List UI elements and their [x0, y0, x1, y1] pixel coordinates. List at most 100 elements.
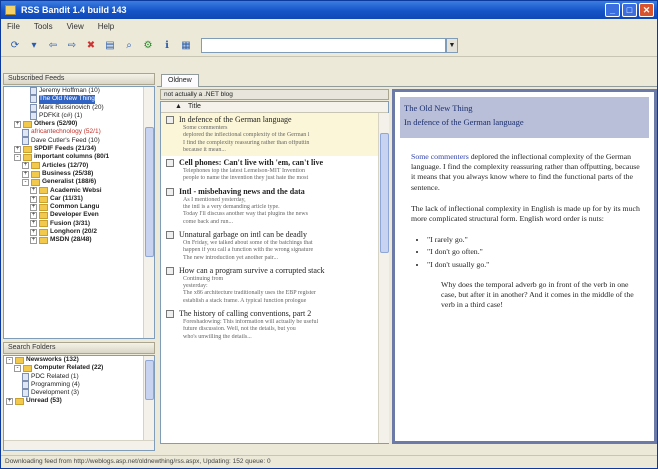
refresh-icon[interactable]: ⟳	[7, 38, 23, 54]
back-icon[interactable]: ⇦	[45, 38, 61, 54]
expand-icon[interactable]: +	[30, 195, 37, 203]
tree-item[interactable]: + Business (25/38)	[4, 170, 154, 178]
collapse-icon[interactable]: -	[14, 154, 21, 162]
tree-item[interactable]: + Car (11/31)	[4, 195, 154, 203]
tree-item[interactable]: africantechnology (52/1)	[4, 128, 154, 137]
tree-item[interactable]: - Generalist (188/6)	[4, 178, 154, 186]
search-icon[interactable]: ⌕	[121, 38, 137, 54]
feeds-tree[interactable]: Jeremy Hoffman (10) The Old New Thing Mark…	[3, 86, 155, 339]
feed-icon	[22, 136, 29, 145]
feed-icon	[22, 372, 29, 381]
tree-item[interactable]: + Articles (12/70)	[4, 162, 154, 170]
tree-item[interactable]: + Unread (53)	[4, 397, 154, 406]
tree-item[interactable]: + MSDN (28/48)	[4, 236, 154, 244]
tree-item-label: africantechnology (52/1)	[31, 128, 101, 136]
info-icon[interactable]: ℹ	[159, 38, 175, 54]
tree-item[interactable]: + Developer Even	[4, 211, 154, 220]
title-column-label: Title	[187, 103, 201, 110]
stop-icon[interactable]: ✖	[83, 38, 99, 54]
tree-item[interactable]: Programming (4)	[4, 381, 154, 390]
tree-item[interactable]: - Newsworks (132)	[4, 356, 154, 364]
article-icon	[166, 266, 174, 275]
tree-item[interactable]: - Computer Related (22)	[4, 364, 154, 372]
search-folders-tree[interactable]: - Newsworks (132) - Computer Related (22) PD…	[3, 355, 155, 451]
forward-icon[interactable]: ⇨	[64, 38, 80, 54]
article-list[interactable]: ▲ Title In defence of the German languag…	[160, 101, 389, 444]
collapse-icon[interactable]: -	[14, 364, 21, 372]
tree-item[interactable]: Dave Cutler's Feed (10)	[4, 137, 154, 145]
column-header[interactable]: ▲ Title	[161, 102, 388, 113]
search-scroll-thumb[interactable]	[145, 360, 154, 400]
list-scroll-thumb[interactable]	[380, 133, 389, 253]
menu-file[interactable]: File	[7, 20, 20, 34]
article-snippet: yesterday:	[183, 283, 208, 290]
menu-view[interactable]: View	[67, 20, 84, 34]
expand-icon[interactable]: +	[6, 398, 13, 406]
article-icon	[166, 310, 174, 319]
folder-icon	[39, 220, 48, 228]
collapse-icon[interactable]: -	[22, 178, 29, 186]
tree-item[interactable]: + Academic Websi	[4, 187, 154, 195]
url-input[interactable]	[201, 38, 446, 53]
article-snippet: Telephones top the latest Lemelson-MIT I…	[183, 168, 305, 175]
new-feed-icon[interactable]: ▤	[102, 38, 118, 54]
close-button[interactable]: ✕	[639, 3, 654, 17]
expand-icon[interactable]: +	[30, 220, 37, 228]
sort-icon: ▲	[175, 103, 182, 110]
folder-icon	[39, 228, 48, 236]
feeds-scroll-thumb[interactable]	[145, 127, 154, 257]
dropdown-icon[interactable]: ▾	[26, 38, 42, 54]
go-icon[interactable]: ▦	[178, 38, 194, 54]
feed-icon	[30, 103, 37, 112]
expand-icon[interactable]: +	[30, 236, 37, 244]
collapse-icon[interactable]: -	[6, 356, 13, 364]
tree-item[interactable]: + Longhorn (20/2	[4, 228, 154, 236]
expand-icon[interactable]: +	[30, 203, 37, 211]
minimize-button[interactable]: _	[605, 3, 620, 17]
tree-item[interactable]: + Fusion (3/31)	[4, 220, 154, 228]
folder-icon	[39, 212, 48, 220]
list-scrollbar[interactable]	[378, 113, 389, 443]
tree-item[interactable]: Development (3)	[4, 389, 154, 398]
tab-strip: Oldnew	[157, 73, 657, 87]
expand-icon[interactable]: +	[22, 170, 29, 178]
menu-tools[interactable]: Tools	[34, 20, 53, 34]
feeds-scrollbar[interactable]	[143, 87, 154, 338]
search-scrollbar[interactable]	[143, 356, 154, 440]
expand-icon[interactable]: +	[14, 120, 21, 128]
tree-item[interactable]: PDC Related (1)	[4, 373, 154, 381]
search-hscrollbar[interactable]	[4, 440, 154, 450]
expand-icon[interactable]: +	[30, 212, 37, 220]
tree-item-label: SPDIF Feeds (21/34)	[34, 145, 97, 153]
tree-item[interactable]: + Common Langu	[4, 203, 154, 211]
reader-feed-title[interactable]: The Old New Thing	[404, 101, 645, 115]
tree-item[interactable]: Mark Russinovich (20)	[4, 104, 154, 112]
tree-item[interactable]: Jeremy Hoffman (10)	[4, 87, 154, 96]
article-item[interactable]: In defence of the German language Some co…	[161, 113, 388, 157]
reader-item-title[interactable]: In defence of the German language	[404, 115, 645, 129]
expand-icon[interactable]: +	[30, 187, 37, 195]
tree-item[interactable]: PDFKit (c#) (1)	[4, 112, 154, 121]
menu-help[interactable]: Help	[98, 20, 114, 34]
menu-bar: File Tools View Help	[1, 20, 657, 34]
expand-icon[interactable]: +	[14, 145, 21, 153]
example-item: "I don't usually go."	[427, 260, 642, 270]
tree-item[interactable]: - important columns (80/1	[4, 153, 154, 162]
tree-item[interactable]: The Old New Thing	[4, 95, 154, 104]
tab-feed[interactable]: Oldnew	[161, 74, 199, 87]
expand-icon[interactable]: +	[22, 162, 29, 170]
options-icon[interactable]: ⚙	[140, 38, 156, 54]
tree-item[interactable]: + Others (52/90)	[4, 120, 154, 128]
commenters-link[interactable]: Some commenters	[411, 152, 469, 161]
article-item[interactable]: How can a program survive a corrupted st…	[161, 264, 388, 307]
article-item[interactable]: The history of calling conventions, part…	[161, 307, 388, 343]
tree-item-label: Fusion (3/31)	[50, 219, 91, 227]
article-item[interactable]: Unnatural garbage on intl can be deadly O…	[161, 228, 388, 264]
url-dropdown-button[interactable]: ▼	[446, 38, 458, 53]
expand-icon[interactable]: +	[30, 228, 37, 236]
article-item[interactable]: Cell phones: Can't live with 'em, can't …	[161, 156, 388, 185]
tree-item[interactable]: + SPDIF Feeds (21/34)	[4, 145, 154, 153]
maximize-button[interactable]: □	[622, 3, 637, 17]
tree-item-label: Mark Russinovich (20)	[39, 103, 104, 111]
article-item[interactable]: Intl - misbehaving news and the data As I…	[161, 185, 388, 228]
